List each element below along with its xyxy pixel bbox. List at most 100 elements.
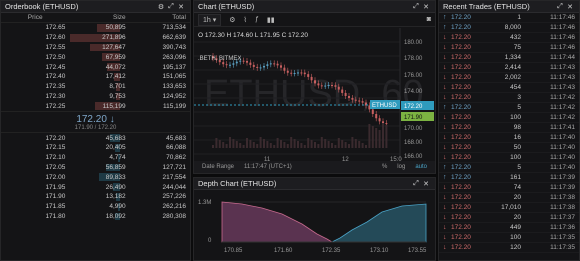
- bid-row[interactable]: 171.90 13,182 257,226: [1, 192, 190, 202]
- arrow-down-icon: ↓: [443, 34, 447, 41]
- fx-icon[interactable]: ƒ: [255, 16, 259, 23]
- arrow-down-icon: ↓: [443, 54, 447, 61]
- percent-toggle[interactable]: %: [382, 164, 387, 170]
- bid-total: 280,308: [162, 212, 186, 220]
- ask-total: 151,065: [162, 73, 186, 81]
- ask-row[interactable]: 172.50 67,959 263,096: [1, 52, 190, 62]
- candle: [297, 72, 299, 74]
- bar-chart-icon[interactable]: ▮▮: [267, 16, 275, 24]
- gear-icon[interactable]: ⚙: [156, 3, 166, 11]
- ask-row[interactable]: 172.45 44,072 195,137: [1, 62, 190, 72]
- volume-bar: [266, 141, 269, 148]
- bid-total: 70,862: [166, 154, 186, 162]
- arrow-down-icon: ↓: [443, 154, 447, 161]
- ask-row[interactable]: 172.55 127,647 390,743: [1, 43, 190, 53]
- trades-title: Recent Trades (ETHUSD): [443, 2, 530, 11]
- volume-bar: [314, 142, 316, 148]
- depth-x-tick: 170.85: [224, 248, 243, 254]
- orderbook-column-headers: Price Size Total: [1, 13, 190, 23]
- ask-size: 115,199: [102, 102, 126, 110]
- candle: [280, 65, 282, 68]
- ask-row[interactable]: 172.65 50,895 713,534: [1, 23, 190, 33]
- expand-icon[interactable]: ⤢: [555, 3, 565, 11]
- indicator-icon[interactable]: ⌇: [244, 16, 247, 24]
- ask-row[interactable]: 172.35 8,701 133,653: [1, 82, 190, 92]
- price-tick: 174.00: [404, 89, 423, 95]
- ask-total: 195,137: [162, 63, 186, 71]
- bid-row[interactable]: 172.05 56,859 127,721: [1, 163, 190, 173]
- close-icon[interactable]: ✕: [421, 3, 431, 11]
- trade-row: ↓ 172.20 98 11:17:41: [439, 123, 579, 133]
- ask-size: 50,895: [105, 24, 126, 32]
- bid-row[interactable]: 172.00 89,833 217,554: [1, 172, 190, 182]
- candle: [273, 63, 276, 65]
- ask-row[interactable]: 172.40 17,412 151,065: [1, 72, 190, 82]
- bid-row[interactable]: 171.85 4,990 262,216: [1, 202, 190, 212]
- volume-bar: [256, 144, 259, 148]
- expand-icon[interactable]: ⤢: [411, 180, 421, 188]
- trade-size: 161: [510, 174, 521, 181]
- trade-price: 172.20: [451, 54, 471, 61]
- bid-price: 171.80: [45, 212, 66, 220]
- trade-price: 172.20: [451, 224, 471, 231]
- bid-row[interactable]: 171.80 18,092 280,308: [1, 212, 190, 222]
- col-total[interactable]: Total: [126, 14, 186, 21]
- date-range-button[interactable]: Date Range: [202, 164, 234, 170]
- col-size[interactable]: Size: [65, 14, 126, 21]
- volume-bar: [286, 144, 289, 148]
- orderbook-title: Orderbook (ETHUSD): [5, 2, 79, 11]
- trade-size: 98: [513, 124, 521, 131]
- close-icon[interactable]: ✕: [176, 3, 186, 11]
- expand-icon[interactable]: ⤢: [166, 3, 176, 11]
- log-toggle[interactable]: log: [397, 164, 405, 170]
- trade-price: 172.20: [451, 164, 471, 171]
- candle: [242, 60, 245, 62]
- volume-bar: [337, 138, 340, 148]
- bid-price: 172.15: [45, 144, 66, 152]
- col-price[interactable]: Price: [5, 14, 65, 21]
- ask-total: 115,199: [162, 102, 186, 110]
- trade-time: 11:17:39: [550, 184, 575, 191]
- ask-row[interactable]: 172.30 9,753 124,952: [1, 92, 190, 102]
- volume-bar: [269, 143, 272, 148]
- trade-size: 100: [510, 114, 521, 121]
- price-chart[interactable]: ETHUSD, 60180.00178.00176.00174.00170.00…: [194, 28, 435, 164]
- ask-size: 67,959: [105, 53, 126, 61]
- bid-price: 172.10: [45, 154, 66, 162]
- bid-row[interactable]: 171.95 26,490 244,044: [1, 182, 190, 192]
- ask-row[interactable]: 172.25 115,199 115,199: [1, 101, 190, 111]
- recent-trades-panel: Recent Trades (ETHUSD) ⤢ ✕ ↑ 172.20 1 11:17…: [438, 0, 580, 261]
- bid-size: 45,683: [105, 134, 126, 142]
- bid-row[interactable]: 172.15 20,405 66,088: [1, 143, 190, 153]
- trade-price: 172.20: [451, 64, 471, 71]
- bid-row[interactable]: 172.10 4,774 70,862: [1, 153, 190, 163]
- trade-size: 75: [513, 44, 521, 51]
- trade-time: 11:17:43: [550, 84, 575, 91]
- volume-bar: [215, 138, 218, 148]
- candle: [354, 99, 357, 101]
- arrow-down-icon: ↓: [443, 184, 447, 191]
- trade-time: 11:17:39: [550, 174, 575, 181]
- auto-toggle[interactable]: auto: [415, 164, 427, 170]
- interval-select[interactable]: 1h ▾: [198, 13, 222, 26]
- bid-price: 171.90: [45, 193, 66, 201]
- price-tick: 170.00: [404, 126, 423, 132]
- trade-size: 120: [510, 244, 521, 251]
- close-icon[interactable]: ✕: [565, 3, 575, 11]
- candle: [314, 80, 316, 84]
- depth-chart[interactable]: 1.3M 0 170.85 171.60 172.35 173.10 173.55: [194, 190, 435, 260]
- arrow-down-icon: ↓: [443, 74, 447, 81]
- settings-icon[interactable]: ⚙: [229, 16, 235, 24]
- candle: [259, 67, 262, 69]
- trade-size: 100: [510, 154, 521, 161]
- expand-icon[interactable]: ⤢: [411, 3, 421, 11]
- trade-time: 11:17:46: [550, 44, 575, 51]
- close-icon[interactable]: ✕: [421, 180, 431, 188]
- camera-icon[interactable]: ◙: [427, 16, 431, 23]
- candle: [382, 121, 384, 124]
- trade-row: ↑ 172.20 161 11:17:39: [439, 173, 579, 183]
- bid-row[interactable]: 172.20 45,683 45,683: [1, 133, 190, 143]
- ask-row[interactable]: 172.60 271,896 662,639: [1, 33, 190, 43]
- arrow-down-icon: ↓: [443, 134, 447, 141]
- trade-price: 172.20: [451, 174, 471, 181]
